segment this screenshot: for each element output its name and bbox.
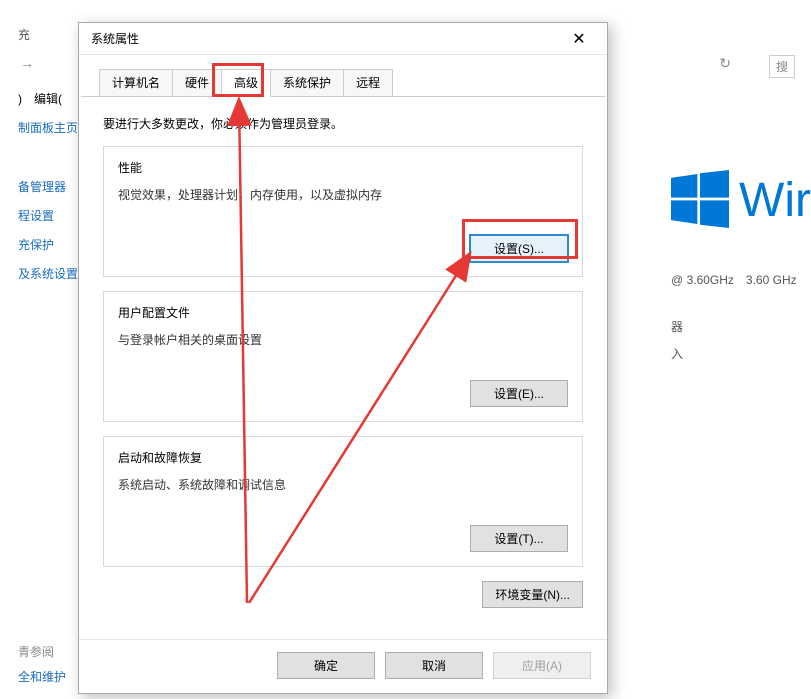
windows-wordmark: Wir — [739, 173, 811, 228]
windows-logo-icon — [671, 170, 729, 231]
tab-computer-name[interactable]: 计算机名 — [99, 69, 173, 96]
group-label: 启动和故障恢复 — [118, 449, 568, 466]
bg-right-fragment: 器 — [671, 318, 811, 335]
group-description: 与登录帐户相关的桌面设置 — [118, 331, 568, 348]
tab-advanced[interactable]: 高级 — [221, 69, 271, 97]
dialog-footer: 确定 取消 应用(A) — [79, 639, 607, 693]
titlebar[interactable]: 系统属性 ✕ — [79, 23, 607, 55]
tab-hardware[interactable]: 硬件 — [172, 69, 222, 96]
menu-edit-fragment: ) 编辑( — [18, 90, 78, 107]
group-startup-recovery: 启动和故障恢复 系统启动、系统故障和调试信息 设置(T)... — [103, 436, 583, 567]
group-label: 性能 — [118, 159, 568, 176]
group-performance: 性能 视觉效果，处理器计划，内存使用，以及虚拟内存 设置(S)... — [103, 146, 583, 277]
tab-system-protection[interactable]: 系统保护 — [270, 69, 344, 96]
group-label: 用户配置文件 — [118, 304, 568, 321]
cpu-info: @ 3.60GHz 3.60 GHz — [671, 271, 811, 288]
sidebar-link[interactable]: 程设置 — [18, 207, 78, 224]
group-user-profiles: 用户配置文件 与登录帐户相关的桌面设置 设置(E)... — [103, 291, 583, 422]
sidebar-link[interactable]: 备管理器 — [18, 178, 78, 195]
tab-remote[interactable]: 远程 — [343, 69, 393, 96]
control-panel-home-link[interactable]: 制面板主页 — [18, 119, 78, 136]
bg-fragment-title: 充 — [18, 26, 30, 43]
group-description: 视觉效果，处理器计划，内存使用，以及虚拟内存 — [118, 186, 568, 203]
security-maintenance-link[interactable]: 全和维护 — [18, 668, 66, 685]
cancel-button[interactable]: 取消 — [385, 652, 483, 679]
tab-strip: 计算机名 硬件 高级 系统保护 远程 — [81, 55, 605, 97]
system-properties-dialog: 系统属性 ✕ 计算机名 硬件 高级 系统保护 远程 要进行大多数更改，你必须作为… — [78, 22, 608, 694]
see-also-heading: 青参阅 — [18, 643, 66, 660]
performance-settings-button[interactable]: 设置(S)... — [470, 235, 568, 262]
sidebar-link[interactable]: 充保护 — [18, 236, 78, 253]
profiles-settings-button[interactable]: 设置(E)... — [470, 380, 568, 407]
admin-note: 要进行大多数更改，你必须作为管理员登录。 — [103, 115, 583, 132]
ok-button[interactable]: 确定 — [277, 652, 375, 679]
apply-button[interactable]: 应用(A) — [493, 652, 591, 679]
bg-right-fragment: 入 — [671, 345, 811, 362]
startup-settings-button[interactable]: 设置(T)... — [470, 525, 568, 552]
sidebar-link[interactable]: 及系统设置 — [18, 265, 78, 282]
search-input[interactable]: 搜 — [769, 55, 795, 78]
environment-variables-button[interactable]: 环境变量(N)... — [482, 581, 583, 608]
group-description: 系统启动、系统故障和调试信息 — [118, 476, 568, 493]
forward-arrow-icon[interactable]: → — [20, 55, 34, 71]
dialog-title: 系统属性 — [91, 30, 559, 47]
refresh-icon[interactable]: ↻ — [719, 55, 731, 72]
dialog-content: 要进行大多数更改，你必须作为管理员登录。 性能 视觉效果，处理器计划，内存使用，… — [79, 97, 607, 639]
close-icon: ✕ — [572, 29, 585, 49]
close-button[interactable]: ✕ — [559, 25, 599, 53]
